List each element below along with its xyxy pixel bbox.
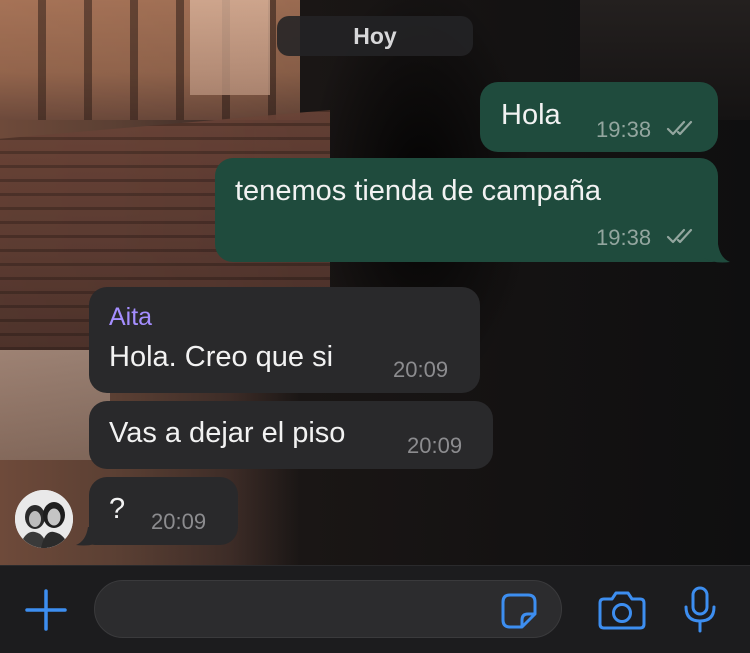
message-bubble-incoming[interactable]: Vas a dejar el piso 20:09 [89,401,493,469]
message-time: 20:09 [151,509,207,534]
camera-button[interactable] [598,590,646,630]
wallpaper-tower [190,0,270,95]
message-bubble-outgoing[interactable]: Hola 19:38 [480,82,718,152]
plus-icon [25,589,67,631]
date-divider: Hoy [277,16,473,56]
message-text: Vas a dejar el piso [109,417,346,449]
message-text: ? [109,493,126,525]
bubble-tail-incoming [76,527,102,546]
message-time: 19:38 [596,225,652,250]
message-composer [0,565,750,653]
camera-icon [598,591,646,630]
attach-plus-button[interactable] [24,588,68,632]
sender-avatar[interactable] [15,490,73,548]
chat-screen: Hoy Hola 19:38 tenemos tienda de campaña… [0,0,750,653]
message-bubble-incoming[interactable]: ? 20:09 [89,477,238,545]
microphone-icon [684,586,716,633]
message-input[interactable] [94,580,562,638]
message-text: tenemos tienda de campaña [235,175,601,207]
message-text: Hola [501,99,561,131]
message-time: 19:38 [596,117,652,142]
sender-name: Aita [109,303,153,331]
sticker-icon [501,593,537,629]
message-bubble-outgoing[interactable]: tenemos tienda de campaña 19:38 [215,158,718,262]
read-receipt-icon [666,226,698,251]
message-bubble-incoming[interactable]: Aita Hola. Creo que si 20:09 [89,287,480,393]
read-receipt-icon [666,118,698,143]
bubble-tail-outgoing [704,244,730,263]
voice-note-button[interactable] [682,586,718,634]
message-time: 20:09 [407,433,463,458]
message-time: 20:09 [393,357,449,382]
sticker-button[interactable] [500,592,538,630]
message-text: Hola. Creo que si [109,341,334,373]
